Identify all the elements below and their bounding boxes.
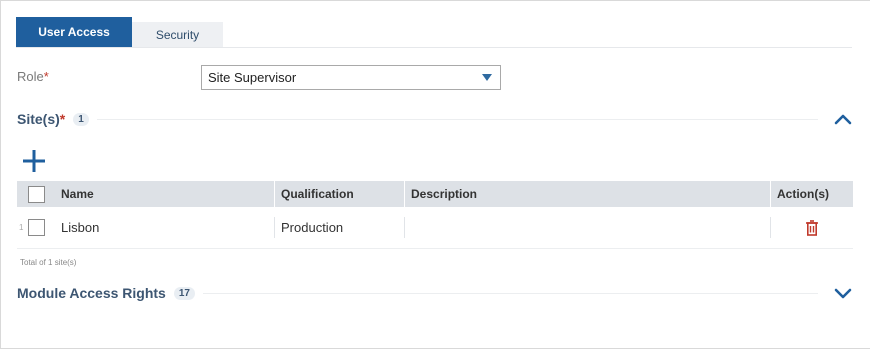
row-checkbox[interactable] (27, 219, 45, 236)
role-select[interactable]: Site Supervisor (201, 65, 501, 90)
sites-section-header: Site(s)* 1 (17, 109, 852, 129)
caret-down-icon (482, 74, 492, 81)
module-access-title: Module Access Rights (17, 285, 166, 301)
role-label: Role* (17, 69, 49, 84)
cell-description (405, 217, 771, 238)
row-select-cell: 1 (17, 217, 55, 238)
column-header-actions: Action(s) (777, 187, 829, 201)
tab-bar: User Access Security (16, 17, 223, 47)
tab-user-access[interactable]: User Access (16, 17, 132, 47)
cell-qualification: Production (275, 217, 405, 238)
chevron-up-icon[interactable] (834, 113, 852, 125)
sites-section-title: Site(s)* (17, 111, 65, 127)
trash-icon[interactable] (805, 219, 819, 236)
module-access-count-badge: 17 (173, 286, 195, 300)
column-header-name[interactable]: Name (55, 181, 275, 207)
module-access-section-header[interactable]: Module Access Rights 17 (17, 283, 852, 303)
required-mark: * (43, 69, 49, 84)
table-total-text: Total of 1 site(s) (20, 258, 77, 267)
cell-name: Lisbon (55, 217, 275, 238)
table-header: Name Qualification Description Action(s) (17, 181, 853, 207)
select-all-checkbox[interactable] (27, 185, 45, 203)
required-mark: * (59, 111, 66, 127)
table-row: 1 Lisbon Production (17, 207, 853, 249)
row-number: 1 (19, 223, 24, 232)
sites-count-badge: 1 (73, 112, 89, 126)
section-divider (96, 118, 818, 120)
select-all-cell (17, 181, 55, 207)
column-header-qualification[interactable]: Qualification (275, 181, 405, 207)
sites-table: Name Qualification Description Action(s)… (17, 181, 853, 249)
sites-title-text: Site(s) (17, 111, 60, 127)
section-divider (202, 292, 818, 294)
tab-security[interactable]: Security (132, 22, 223, 47)
plus-icon[interactable] (22, 149, 46, 173)
role-select-value: Site Supervisor (208, 70, 297, 85)
column-header-description[interactable]: Description (405, 181, 771, 207)
tab-divider (16, 47, 852, 48)
cell-actions (771, 217, 853, 238)
chevron-down-icon[interactable] (834, 287, 852, 299)
role-label-text: Role (17, 69, 44, 84)
